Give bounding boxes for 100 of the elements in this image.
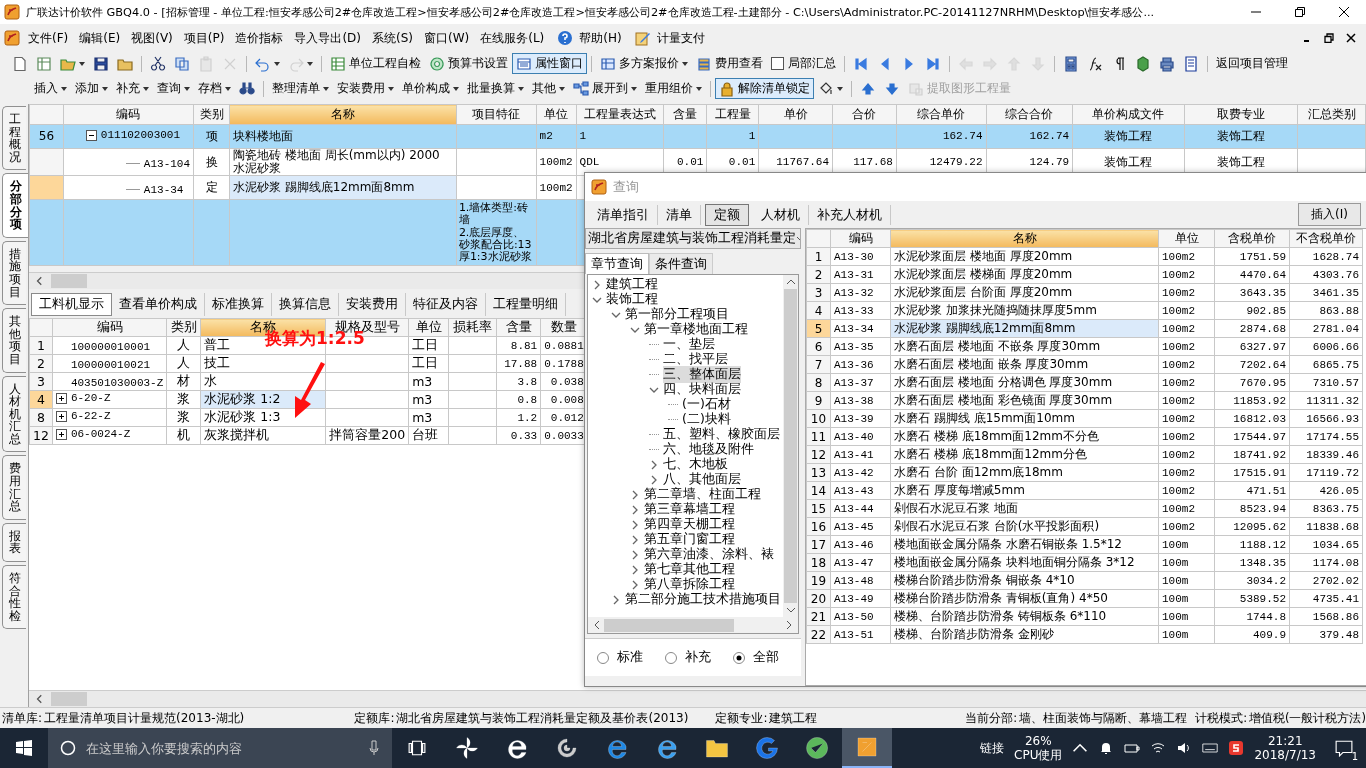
clock-date[interactable]: 2018/7/13 (1254, 748, 1316, 763)
expand-toggle[interactable] (55, 392, 67, 404)
chevron-right-icon[interactable] (592, 279, 602, 290)
menu-item[interactable]: 帮助(H) (575, 29, 629, 47)
radio-button[interactable] (665, 651, 677, 664)
vertical-scrollbar[interactable] (783, 275, 798, 617)
tab[interactable]: 换算信息 (272, 293, 339, 316)
toolbar-button[interactable]: 返回项目管理 (1212, 53, 1292, 74)
notification-button[interactable]: 1 (1326, 728, 1362, 768)
tab[interactable]: 条件查询 (649, 253, 713, 274)
menu-item[interactable]: 导入导出(D) (290, 29, 368, 47)
library-dropdown[interactable]: 湖北省房屋建筑与装饰工程消耗量定 (585, 228, 801, 249)
scrollbar-thumb[interactable] (51, 692, 87, 706)
chevron-right-icon[interactable] (611, 594, 621, 605)
toolbar-button[interactable]: 多方案报价 (596, 53, 692, 74)
chevron-left-icon[interactable] (35, 276, 45, 286)
scrollbar-thumb[interactable] (604, 618, 734, 632)
radio-label[interactable]: 补充 (685, 649, 711, 666)
tree-item[interactable]: 第二部分施工技术措施项目 (625, 591, 781, 608)
chevron-left-icon[interactable] (594, 620, 600, 630)
tree-item[interactable]: 第四章天棚工程 (644, 516, 735, 533)
tree-item[interactable]: 第二章墙、柱面工程 (644, 486, 761, 503)
menu-item[interactable]: 计量支付 (652, 29, 712, 47)
search-box[interactable]: 在这里输入你要搜索的内容 (48, 728, 392, 768)
toolbar-button[interactable]: 补充 (112, 78, 153, 99)
chevron-right-icon[interactable] (649, 459, 659, 470)
radio-button[interactable] (597, 651, 609, 664)
menu-item[interactable]: 文件(F) (24, 29, 76, 47)
tree-item[interactable]: 第八章拆除工程 (644, 576, 735, 593)
tree-item[interactable]: 八、其他面层 (663, 471, 741, 488)
input-method-icon[interactable] (1228, 740, 1245, 756)
horizontal-scrollbar[interactable] (588, 617, 798, 633)
tab[interactable]: 定额 (705, 203, 749, 226)
search-field[interactable]: 在这里输入你要搜索的内容 (84, 739, 360, 757)
restore-icon[interactable] (1324, 33, 1334, 43)
table-row[interactable]: 56 011102003001 项 块料楼地面 m2 1 1 162.74 162.74 装饰工程 装饰工程 (29, 124, 1366, 149)
toolbar-button[interactable]: 安装费用 (333, 78, 398, 99)
tree-item[interactable]: 第五章门窗工程 (644, 531, 735, 548)
horizontal-scrollbar[interactable] (29, 690, 1366, 707)
toolbar-button[interactable]: 插入 (30, 78, 71, 99)
tab[interactable]: 补充人材机 (809, 204, 891, 225)
checkbox[interactable] (771, 57, 784, 70)
radio-button[interactable] (733, 651, 745, 664)
tab[interactable]: 查看单价构成 (112, 293, 205, 316)
tree-item[interactable]: 六、地毯及附件 (663, 441, 754, 458)
side-tab[interactable]: 分部分项 (2, 173, 28, 238)
clock-time[interactable]: 21:21 (1267, 733, 1303, 748)
tree-item[interactable]: 第六章油漆、涂料、裱 (644, 546, 774, 563)
chevron-right-icon[interactable] (786, 620, 792, 630)
insert-button[interactable]: 插入(I) (1298, 203, 1361, 226)
chevron-right-icon[interactable] (630, 549, 640, 560)
toolbar-button[interactable]: 重用组价 (641, 78, 706, 99)
tab[interactable]: 标准换算 (205, 293, 272, 316)
tree-item[interactable]: 一、垫层 (663, 336, 715, 353)
keyboard-icon[interactable] (1202, 740, 1219, 756)
side-tab[interactable]: 费用汇总 (2, 455, 26, 520)
menu-item[interactable]: 窗口(W) (420, 29, 477, 47)
toolbar-button[interactable]: 费用查看 (692, 53, 767, 74)
chevron-left-icon[interactable] (35, 694, 45, 704)
menu-item[interactable]: 在线服务(L) (476, 29, 552, 47)
scrollbar-thumb[interactable] (784, 289, 797, 603)
tree-item[interactable]: 装饰工程 (606, 291, 658, 308)
radio-label[interactable]: 标准 (617, 649, 643, 666)
tree-item[interactable]: 第三章幕墙工程 (644, 501, 735, 518)
toolbar-button[interactable]: 其他 (528, 78, 569, 99)
tree-item[interactable]: 第一部分工程项目 (625, 306, 729, 323)
tree-item[interactable]: 建筑工程 (606, 276, 658, 293)
menu-item[interactable]: 视图(V) (127, 29, 180, 47)
tab[interactable]: 安装费用 (339, 293, 406, 316)
toolbar-button[interactable]: 预算书设置 (425, 53, 512, 74)
toolbar-button[interactable]: 属性窗口 (512, 53, 587, 74)
menu-item[interactable]: 项目(P) (179, 29, 232, 47)
tree-item[interactable]: (一)石材 (682, 396, 731, 413)
chevron-right-icon[interactable] (630, 564, 640, 575)
scrollbar-thumb[interactable] (51, 274, 87, 288)
toolbar-button[interactable]: 查询 (153, 78, 194, 99)
side-tab[interactable]: 措施项目 (2, 240, 26, 306)
tree-item[interactable]: 七、木地板 (663, 456, 728, 473)
toolbar-button[interactable]: 批量换算 (463, 78, 528, 99)
tray-label[interactable]: 链接 (980, 739, 1005, 757)
expand-toggle[interactable] (55, 428, 67, 440)
collapse-toggle[interactable] (85, 129, 97, 141)
menu-item[interactable]: 编辑(E) (75, 29, 128, 47)
tree-item[interactable]: 五、塑料、橡胶面层 (663, 426, 780, 443)
expand-toggle[interactable] (55, 410, 67, 422)
tree-item[interactable]: 三、整体面层 (663, 366, 741, 383)
tab[interactable]: 特征及内容 (406, 293, 486, 316)
toolbar-button[interactable]: 添加 (71, 78, 112, 99)
tab[interactable]: 工料机显示 (31, 293, 112, 316)
chevron-up-icon[interactable] (785, 279, 796, 285)
chevron-down-icon[interactable] (785, 607, 796, 613)
side-tab[interactable]: 人材机汇总 (2, 375, 26, 453)
tab[interactable]: 清单 (658, 204, 701, 225)
chevron-right-icon[interactable] (630, 489, 640, 500)
tree-item[interactable]: 四、块料面层 (663, 381, 741, 398)
tree-item[interactable]: 第七章其他工程 (644, 561, 735, 578)
toolbar-button[interactable]: 整理清单 (268, 78, 333, 99)
chevron-right-icon[interactable] (630, 534, 640, 545)
chevron-right-icon[interactable] (630, 504, 640, 515)
tab[interactable]: 章节查询 (585, 253, 649, 274)
